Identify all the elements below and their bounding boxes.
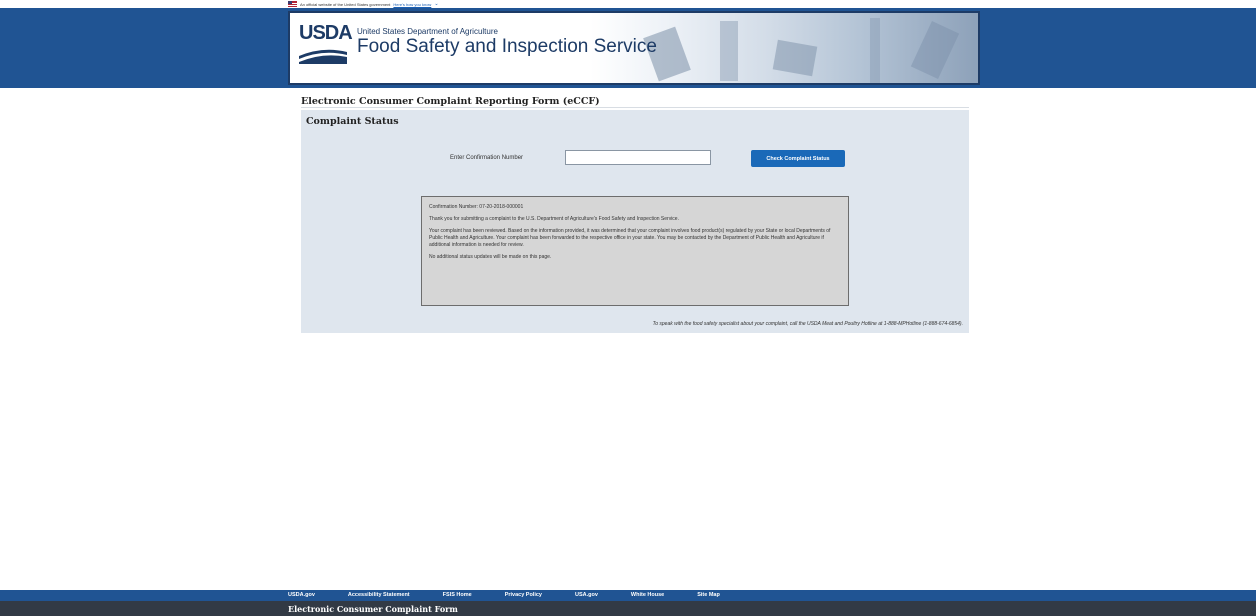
usda-logo[interactable]: USDA: [299, 22, 353, 45]
hotline-note: To speak with the food safety specialist…: [652, 321, 963, 327]
footer-link-site-map[interactable]: Site Map: [697, 592, 720, 598]
check-complaint-status-button[interactable]: Check Complaint Status: [751, 150, 845, 167]
status-result-box: Confirmation Number: 07-20-2018-000001 T…: [421, 196, 849, 306]
gov-banner-text: An official website of the United States…: [300, 1, 391, 7]
department-name: United States Department of Agriculture: [357, 27, 498, 36]
footer-link-accessibility[interactable]: Accessibility Statement: [348, 592, 410, 598]
footer-links-bar: USDA.gov Accessibility Statement FSIS Ho…: [0, 590, 1256, 601]
confirmation-label: Enter Confirmation Number: [450, 155, 524, 161]
footer-link-usa-gov[interactable]: USA.gov: [575, 592, 598, 598]
footer-link-privacy[interactable]: Privacy Policy: [505, 592, 542, 598]
footer-link-fsis-home[interactable]: FSIS Home: [443, 592, 472, 598]
us-flag-icon: [288, 1, 297, 7]
gov-banner: An official website of the United States…: [288, 0, 439, 8]
footer-link-usda[interactable]: USDA.gov: [288, 592, 315, 598]
review-outcome-text: Your complaint has been reviewed. Based …: [429, 228, 831, 248]
heres-how-link[interactable]: Here's how you know: [393, 2, 431, 7]
panel-heading: Complaint Status: [306, 116, 399, 127]
divider: [301, 107, 969, 108]
footer-link-white-house[interactable]: White House: [631, 592, 664, 598]
confirmation-number-input[interactable]: [565, 150, 711, 165]
site-header: USDA United States Department of Agricul…: [288, 11, 980, 85]
confirmation-number-text: Confirmation Number: 07-20-2018-000001: [429, 204, 524, 210]
agency-name: Food Safety and Inspection Service: [357, 36, 657, 57]
usda-swoosh-icon: [299, 49, 347, 64]
page-title: Electronic Consumer Complaint Reporting …: [301, 96, 600, 107]
chevron-down-icon[interactable]: ⌄: [434, 1, 438, 7]
footer-title: Electronic Consumer Complaint Form: [288, 604, 458, 614]
complaint-status-panel: Complaint Status Enter Confirmation Numb…: [301, 110, 969, 333]
footer-bottom: Electronic Consumer Complaint Form: [0, 601, 1256, 616]
thank-you-text: Thank you for submitting a complaint to …: [429, 216, 679, 222]
no-updates-text: No additional status updates will be mad…: [429, 254, 552, 260]
